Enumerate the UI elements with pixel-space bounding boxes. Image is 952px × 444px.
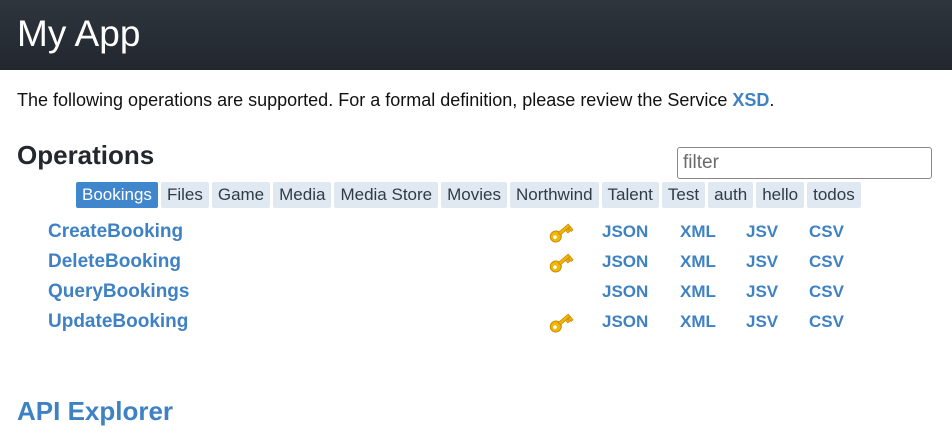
operation-row: QueryBookings JSON XML JSV CSV (48, 281, 908, 307)
format-jsv-link[interactable]: JSV (746, 222, 778, 242)
tab-auth[interactable]: auth (708, 182, 754, 208)
format-csv-link[interactable]: CSV (809, 312, 844, 332)
format-xml-link[interactable]: XML (680, 312, 716, 332)
format-jsv-link[interactable]: JSV (746, 312, 778, 332)
intro-suffix: . (769, 90, 775, 110)
xsd-link[interactable]: XSD (732, 90, 769, 110)
format-json-link[interactable]: JSON (602, 312, 648, 332)
operation-row: CreateBooking JSON XML JSV CSV (48, 221, 908, 247)
operation-link-query-bookings[interactable]: QueryBookings (48, 281, 189, 303)
tab-northwind[interactable]: Northwind (509, 182, 599, 208)
tab-bookings[interactable]: Bookings (76, 182, 158, 208)
format-xml-link[interactable]: XML (680, 282, 716, 302)
operation-link-update-booking[interactable]: UpdateBooking (48, 311, 188, 333)
tab-files[interactable]: Files (160, 182, 209, 208)
format-json-link[interactable]: JSON (602, 222, 648, 242)
format-csv-link[interactable]: CSV (809, 252, 844, 272)
tab-todos[interactable]: todos (807, 182, 861, 208)
tab-talent[interactable]: Talent (601, 182, 659, 208)
api-explorer-link[interactable]: API Explorer (17, 396, 173, 427)
format-jsv-link[interactable]: JSV (746, 252, 778, 272)
operation-link-delete-booking[interactable]: DeleteBooking (48, 251, 181, 273)
format-json-link[interactable]: JSON (602, 252, 648, 272)
key-icon (549, 313, 574, 333)
key-icon (549, 223, 574, 243)
tab-hello[interactable]: hello (756, 182, 805, 208)
operation-tabs: Bookings Files Game Media Media Store Mo… (76, 182, 861, 208)
format-csv-link[interactable]: CSV (809, 282, 844, 302)
key-icon (549, 253, 574, 273)
app-title: My App (17, 12, 141, 54)
format-csv-link[interactable]: CSV (809, 222, 844, 242)
tab-test[interactable]: Test (661, 182, 706, 208)
tab-media-store[interactable]: Media Store (334, 182, 439, 208)
tab-movies[interactable]: Movies (441, 182, 507, 208)
intro-text: The following operations are supported. … (17, 90, 774, 111)
tab-media[interactable]: Media (273, 182, 332, 208)
format-jsv-link[interactable]: JSV (746, 282, 778, 302)
intro-sentence: The following operations are supported. … (17, 90, 733, 110)
format-json-link[interactable]: JSON (602, 282, 648, 302)
format-xml-link[interactable]: XML (680, 252, 716, 272)
app-header: My App (0, 0, 952, 70)
filter-input[interactable] (677, 147, 932, 179)
operations-heading: Operations (17, 140, 155, 170)
operation-row: DeleteBooking JSON XML JSV CSV (48, 251, 908, 277)
format-xml-link[interactable]: XML (680, 222, 716, 242)
operation-link-create-booking[interactable]: CreateBooking (48, 221, 183, 243)
operation-row: UpdateBooking JSON XML JSV CSV (48, 311, 908, 337)
tab-game[interactable]: Game (211, 182, 271, 208)
